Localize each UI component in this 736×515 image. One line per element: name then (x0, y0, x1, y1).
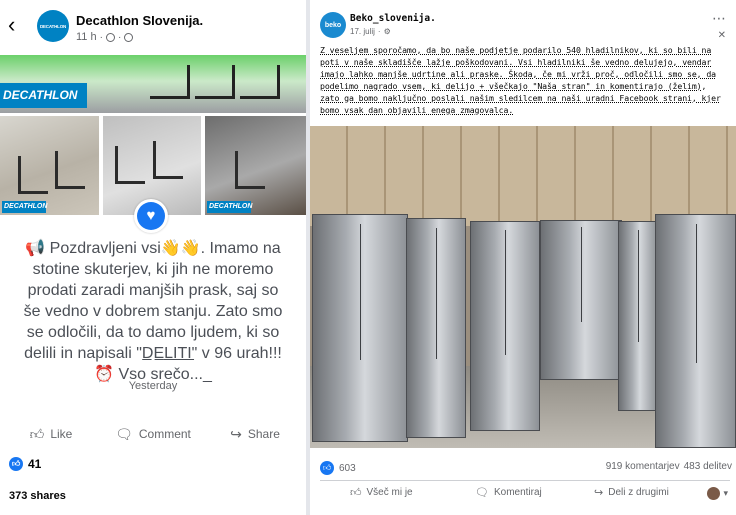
avatar-logo: DECATHLON (39, 23, 67, 29)
share-icon: ↪ (230, 425, 242, 442)
clock-icon (105, 32, 115, 42)
thumbnail-photo[interactable]: DECATHLON (205, 116, 306, 215)
action-bar: 👍︎ Všeč mi je 🗨︎ Komentiraj ↪ Deli z drugim… (310, 486, 736, 504)
decathlon-logo: DECATHLON (2, 201, 47, 213)
chevron-down-icon: ▾ (723, 488, 728, 498)
decathlon-post: ‹ DECATHLON DecathIon SIovenija. 11 h · … (0, 0, 306, 515)
share-button[interactable]: ↪ Share (204, 420, 306, 448)
reaction-count: 41 (28, 457, 42, 471)
fridge-image (540, 220, 622, 380)
thumbs-up-icon: 👍︎ (9, 457, 23, 471)
scooter-image (235, 151, 265, 189)
separator-dot: · (117, 31, 122, 43)
comment-icon: 🗨︎ (115, 425, 133, 442)
scooter-image (18, 156, 48, 194)
avatar-logo: beko (324, 21, 342, 29)
action-bar: 👍︎ Like 🗨︎ Comment ↪ Share (0, 420, 306, 448)
page-name[interactable]: DecathIon SIovenija. (76, 13, 203, 28)
thumbnail-photo[interactable]: DECATHLON (0, 116, 99, 215)
share-count[interactable]: 483 delitev (684, 461, 732, 472)
comment-label: Komentiraj (493, 487, 542, 498)
reaction-count: 603 (339, 462, 356, 474)
beko-post: beko Beko_slovenija. 17. julij · ⚙ ⋯ ✕ Z… (310, 0, 736, 515)
separator-dot: · (377, 27, 381, 36)
scooter-image (240, 65, 280, 99)
boxes-background (310, 126, 736, 226)
comment-button[interactable]: 🗨︎ Komentiraj (475, 486, 542, 499)
post-time[interactable]: 11 h (76, 31, 97, 43)
fridge-image (406, 218, 466, 438)
globe-icon (124, 32, 134, 42)
thumbs-up-icon: 👍︎ (320, 461, 334, 475)
photo-collage[interactable]: DECATHLON DECATHLON DECATHLON (0, 55, 306, 215)
page-name[interactable]: Beko_slovenija. (350, 13, 436, 24)
close-icon[interactable]: ✕ (718, 30, 726, 41)
like-button[interactable]: 👍︎ Všeč mi je (350, 486, 413, 499)
back-arrow-icon[interactable]: ‹ (8, 14, 28, 36)
post-meta: 17. julij · ⚙ (350, 27, 391, 36)
post-date[interactable]: 17. julij (350, 27, 375, 36)
share-label: Deli z drugimi (608, 487, 669, 498)
post-photo[interactable] (310, 126, 736, 448)
decathlon-logo: DECATHLON (207, 201, 252, 213)
separator-dot: · (99, 31, 103, 43)
fridge-image (312, 214, 408, 442)
share-button[interactable]: ↪ Deli z drugimi (594, 486, 669, 499)
more-icon[interactable]: ⋯ (712, 10, 726, 27)
post-text: 📢 Pozdravljeni vsi👋👋. Imamo na stotine s… (23, 240, 283, 383)
avatar (707, 487, 721, 500)
comment-label: Comment (138, 427, 191, 441)
like-label: Všeč mi je (366, 487, 413, 498)
comment-time: Yesterday (128, 380, 178, 392)
scooter-image (115, 146, 145, 184)
scooter-image (195, 65, 235, 99)
share-icon: ↪ (594, 487, 604, 499)
thumbs-up-icon: 👍︎ (350, 487, 362, 499)
page-avatar[interactable]: beko (320, 12, 346, 38)
reaction-summary[interactable]: 👍︎ 603 (320, 461, 356, 475)
scooter-image (150, 65, 190, 99)
like-label: Like (50, 427, 73, 441)
fridge-image (470, 221, 540, 431)
share-label: Share (247, 427, 280, 441)
post-text: Z veseljem sporočamo, da bo naše podjetj… (320, 45, 721, 115)
comment-count[interactable]: 919 komentarjev (606, 461, 680, 472)
scooter-image (55, 151, 85, 189)
post-header: ‹ DECATHLON DecathIon SIovenija. 11 h · … (0, 0, 306, 52)
post-meta: 11 h · · (76, 31, 134, 43)
fridge-image (655, 214, 736, 448)
share-count[interactable]: 373 shares (9, 490, 66, 502)
fridge-image (618, 221, 658, 411)
heart-reaction: ♥ (134, 199, 168, 233)
post-as-selector[interactable]: ▾ (707, 487, 728, 500)
banner-photo[interactable]: DECATHLON (0, 55, 306, 113)
decathlon-logo: DECATHLON (0, 83, 87, 108)
thumbs-up-icon: 👍︎ (29, 425, 45, 442)
heart-icon: ♥ (137, 202, 165, 230)
divider (320, 480, 730, 481)
engagement-counts: 919 komentarjev 483 delitev (606, 461, 732, 472)
page-avatar[interactable]: DECATHLON (37, 10, 69, 42)
settings-icon: ⚙ (383, 27, 391, 36)
scooter-image (153, 141, 183, 179)
comment-icon: 🗨︎ (475, 487, 489, 499)
like-button[interactable]: 👍︎ Like (0, 420, 102, 448)
reaction-summary[interactable]: 👍︎ 41 (9, 457, 41, 471)
comment-button[interactable]: 🗨︎ Comment (102, 420, 204, 448)
